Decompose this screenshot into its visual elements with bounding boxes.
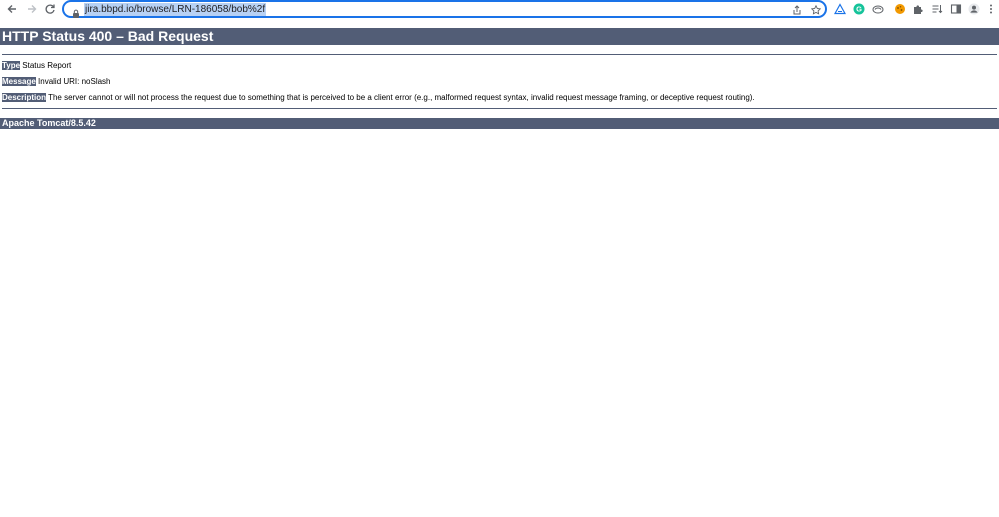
reload-icon[interactable] <box>42 1 58 17</box>
forward-icon[interactable] <box>24 1 40 17</box>
divider <box>2 108 997 109</box>
description-value: The server cannot or will not process th… <box>46 93 755 102</box>
menu-kebab-icon[interactable] <box>984 2 998 16</box>
share-icon[interactable] <box>791 4 803 16</box>
reading-list-icon[interactable] <box>930 2 944 16</box>
error-page: HTTP Status 400 – Bad Request Type Statu… <box>0 28 999 129</box>
address-bar[interactable]: jira.bbpd.io/browse/LRN-186058/bob%2f <box>62 0 827 18</box>
extension-cloud-icon[interactable] <box>871 2 885 16</box>
message-value: Invalid URI: noSlash <box>35 77 111 86</box>
server-footer: Apache Tomcat/8.5.42 <box>0 118 999 129</box>
divider <box>2 54 997 55</box>
description-row: Description The server cannot or will no… <box>2 93 755 103</box>
back-icon[interactable] <box>4 1 20 17</box>
type-label: Type <box>2 61 21 70</box>
url-text[interactable]: jira.bbpd.io/browse/LRN-186058/bob%2f <box>84 3 267 16</box>
browser-toolbar: jira.bbpd.io/browse/LRN-186058/bob%2f G <box>0 0 999 19</box>
extension-cookie-icon[interactable] <box>893 2 907 16</box>
puzzle-extensions-icon[interactable] <box>911 2 925 16</box>
message-label: Message <box>2 77 36 86</box>
profile-avatar-icon[interactable] <box>967 2 981 16</box>
svg-text:G: G <box>856 5 862 14</box>
extension-triangle-icon[interactable] <box>833 2 847 16</box>
lock-icon[interactable] <box>72 5 80 18</box>
bookmark-star-icon[interactable] <box>810 4 822 16</box>
type-value: Status Report <box>20 61 72 70</box>
type-row: Type Status Report <box>2 61 71 71</box>
side-panel-icon[interactable] <box>949 2 963 16</box>
description-label: Description <box>2 93 47 102</box>
grammarly-icon[interactable]: G <box>852 2 866 16</box>
message-row: Message Invalid URI: noSlash <box>2 77 111 87</box>
page-title: HTTP Status 400 – Bad Request <box>0 28 999 45</box>
